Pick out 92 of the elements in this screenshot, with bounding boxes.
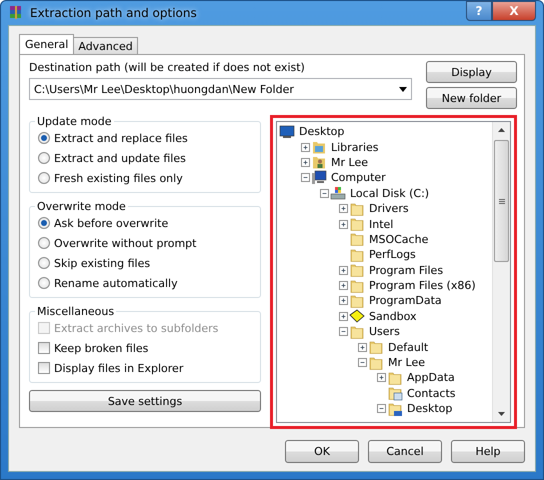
option-label: Rename automatically bbox=[54, 276, 178, 290]
help-button[interactable]: Help bbox=[451, 440, 525, 463]
option-label: Extract archives to subfolders bbox=[54, 322, 218, 334]
expand-icon[interactable] bbox=[301, 158, 310, 167]
dropdown-caret-icon bbox=[399, 86, 407, 92]
folder-icon bbox=[349, 216, 365, 232]
collapse-icon[interactable] bbox=[377, 404, 386, 414]
expand-icon[interactable] bbox=[339, 312, 348, 321]
folder-icon bbox=[387, 370, 403, 386]
collapse-icon[interactable] bbox=[339, 327, 348, 336]
tree-item[interactable]: Intel bbox=[369, 218, 394, 231]
option-label: Overwrite without prompt bbox=[54, 236, 196, 250]
folder-icon bbox=[349, 231, 365, 248]
collapse-icon[interactable] bbox=[358, 358, 367, 368]
folder-icon bbox=[368, 354, 384, 371]
diamond-icon bbox=[349, 308, 365, 324]
folder-icon bbox=[349, 246, 365, 263]
tree-item[interactable]: Drivers bbox=[369, 202, 409, 216]
expand-icon[interactable] bbox=[377, 373, 386, 382]
folder-icon bbox=[387, 385, 403, 402]
folder-icon bbox=[349, 262, 365, 278]
save-settings-button[interactable]: Save settings bbox=[29, 390, 261, 412]
checkbox[interactable] bbox=[38, 362, 50, 374]
tree-item[interactable]: Computer bbox=[331, 171, 386, 184]
option-label: Extract and replace files bbox=[54, 132, 188, 144]
option-label: Keep broken files bbox=[54, 342, 148, 354]
checkbox[interactable] bbox=[38, 342, 50, 354]
radio-button[interactable] bbox=[38, 257, 50, 269]
group-title: Miscellaneous bbox=[36, 305, 116, 318]
option-label: Ask before overwrite bbox=[54, 216, 168, 230]
monitor-icon bbox=[279, 124, 295, 140]
radio-button[interactable] bbox=[38, 237, 50, 249]
group-title: Overwrite mode bbox=[36, 200, 127, 213]
tree-item[interactable]: Sandbox bbox=[369, 310, 417, 323]
tab[interactable]: Advanced bbox=[73, 37, 138, 54]
option-label: Display files in Explorer bbox=[54, 362, 184, 374]
collapse-icon[interactable] bbox=[301, 173, 310, 182]
folder-icon bbox=[368, 339, 384, 356]
expand-icon[interactable] bbox=[339, 281, 348, 290]
expand-icon[interactable] bbox=[358, 342, 367, 352]
tree-item[interactable]: Desktop bbox=[407, 402, 452, 416]
tree-item[interactable]: Program Files (x86) bbox=[369, 279, 476, 292]
computer-icon bbox=[311, 170, 327, 186]
display-button[interactable]: Display bbox=[426, 61, 517, 83]
tree-item[interactable]: Local Disk (C:) bbox=[350, 186, 430, 200]
expand-icon[interactable] bbox=[301, 142, 310, 152]
tree-item[interactable]: MSOCache bbox=[369, 232, 428, 246]
tree-item[interactable]: Contacts bbox=[407, 386, 456, 400]
tree-item[interactable]: ProgramData bbox=[369, 294, 442, 308]
tree-item[interactable]: Program Files bbox=[369, 264, 444, 277]
books-icon bbox=[8, 5, 24, 21]
tree-item[interactable]: Users bbox=[369, 325, 400, 338]
path-dropdown[interactable]: C:\Users\Mr Lee\Desktop\huongdan\New Folder bbox=[29, 78, 412, 100]
folder-icon bbox=[349, 324, 365, 340]
tree-item[interactable]: Desktop bbox=[299, 125, 344, 138]
radio-button[interactable] bbox=[38, 217, 50, 229]
expand-icon[interactable] bbox=[339, 266, 348, 275]
radio-button[interactable] bbox=[38, 172, 50, 184]
radio-button[interactable] bbox=[38, 152, 50, 164]
tab[interactable]: General bbox=[19, 34, 74, 54]
collapse-icon[interactable] bbox=[320, 188, 329, 198]
new-folder-button[interactable]: New folder bbox=[426, 87, 517, 109]
tree-item[interactable]: Libraries bbox=[331, 140, 379, 154]
expand-icon[interactable] bbox=[339, 296, 348, 306]
group-title: Update mode bbox=[36, 115, 113, 128]
option-label: Skip existing files bbox=[54, 256, 150, 270]
option-label: Extract and update files bbox=[54, 152, 186, 164]
library-folder-icon bbox=[311, 139, 327, 156]
tree-item[interactable]: Mr Lee bbox=[388, 356, 425, 370]
tree-item[interactable]: Mr Lee bbox=[331, 156, 368, 169]
tree-item[interactable]: PerfLogs bbox=[369, 248, 416, 262]
expand-icon[interactable] bbox=[339, 204, 348, 214]
radio-button[interactable] bbox=[38, 132, 50, 144]
expand-icon[interactable] bbox=[339, 220, 348, 229]
user-folder-icon bbox=[311, 154, 327, 170]
scroll-thumb[interactable] bbox=[494, 140, 509, 262]
drive-icon bbox=[330, 185, 346, 202]
folder-icon bbox=[349, 278, 365, 294]
cancel-button[interactable]: Cancel bbox=[368, 440, 442, 463]
scroll-up-icon[interactable] bbox=[498, 128, 505, 132]
field-label: Destination path (will be created if does not exist) bbox=[29, 61, 306, 74]
scrollbar[interactable] bbox=[492, 122, 510, 422]
radio-button[interactable] bbox=[38, 277, 50, 289]
scroll-down-icon[interactable] bbox=[498, 412, 505, 416]
folder-icon bbox=[387, 400, 403, 417]
folder-icon bbox=[349, 293, 365, 309]
window-title: Extraction path and options bbox=[30, 6, 198, 20]
tree-item[interactable]: Default bbox=[388, 340, 428, 354]
option-label: Fresh existing files only bbox=[54, 172, 183, 184]
tree-item[interactable]: AppData bbox=[407, 371, 455, 384]
folder-icon bbox=[349, 200, 365, 217]
ok-button[interactable]: OK bbox=[285, 440, 359, 463]
